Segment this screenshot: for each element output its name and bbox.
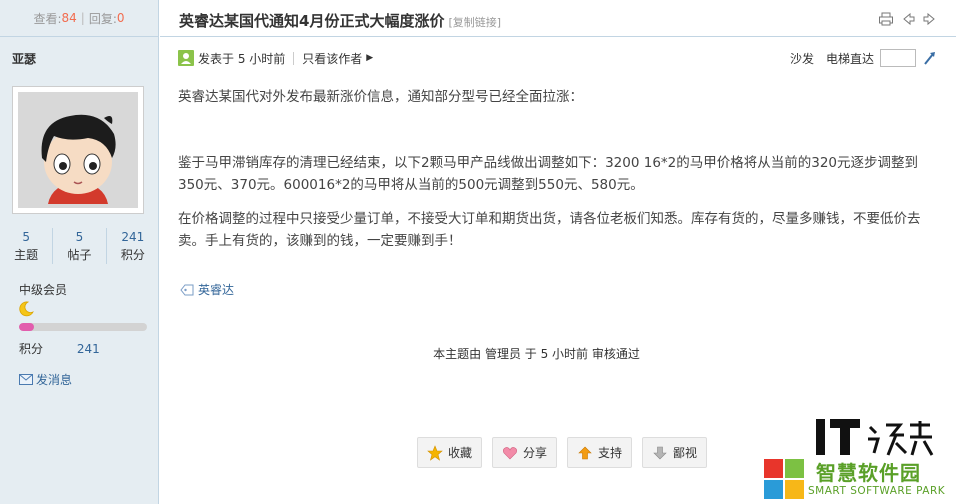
avatar[interactable]: [12, 86, 144, 214]
floor-jump-input[interactable]: [880, 49, 916, 67]
post-meta: 发表于 5 小时前 只看该作者 ▶ 沙发 电梯直达: [178, 48, 938, 68]
author-stats: 5 主题 5 帖子 241 积分: [0, 228, 159, 264]
previous-thread-icon[interactable]: [900, 11, 916, 27]
post-paragraph: 英睿达某国代对外发布最新涨价信息，通知部分型号已经全面拉涨：: [178, 89, 583, 105]
envelope-icon: [19, 374, 33, 385]
member-level[interactable]: 中级会员: [19, 281, 67, 298]
level-progress-bar: [19, 323, 147, 331]
smart-software-park-watermark: 智慧软件园 SMART SOFTWARE PARK: [762, 455, 956, 504]
views-count: 84: [61, 11, 77, 25]
post-content: 英睿达某国代对外发布最新涨价信息，通知部分型号已经全面拉涨： 鉴于马甲滞销库存的…: [178, 86, 938, 252]
moon-icon: [19, 301, 34, 317]
replies-count: 0: [116, 11, 125, 25]
favorite-button[interactable]: 收藏: [417, 437, 483, 468]
caret-right-icon: ▶: [366, 53, 374, 63]
floor-label: 沙发: [789, 51, 814, 66]
watermark-cn: 智慧软件园: [816, 461, 921, 485]
oppose-button[interactable]: 鄙视: [642, 437, 708, 468]
thread-stats: 查看: 84 | 回复: 0: [0, 0, 158, 37]
stat-posts-label: 帖子: [67, 248, 92, 262]
audit-notice: 本主题由 管理员 于 5 小时前 审核通过: [433, 347, 640, 361]
post-paragraph: 鉴于马甲滞销库存的清理已经结束，以下2颗马甲产品线做出调整如下：3200 16*…: [178, 155, 919, 193]
stats-separator: |: [80, 11, 85, 25]
stat-credits[interactable]: 241 积分: [105, 228, 159, 264]
star-icon: [427, 444, 443, 461]
next-thread-icon[interactable]: [922, 11, 938, 27]
only-author-link[interactable]: 只看该作者: [302, 50, 362, 67]
heart-icon: [503, 446, 517, 459]
stat-posts[interactable]: 5 帖子: [52, 228, 105, 264]
replies-label: 回复:: [88, 11, 117, 26]
avatar-image: [18, 92, 138, 208]
stat-topics[interactable]: 5 主题: [0, 228, 52, 264]
ithome-logo: [812, 417, 942, 459]
support-label: 支持: [598, 446, 623, 460]
send-message-link[interactable]: 发消息: [19, 371, 72, 388]
stat-credits-value: 241: [121, 230, 145, 244]
copy-link-button[interactable]: [复制链接]: [448, 16, 501, 29]
favorite-label: 收藏: [448, 446, 473, 460]
page-title: 英睿达某国代通知4月份正式大幅度涨价 [复制链接]: [179, 10, 501, 31]
floor-controls: 沙发 电梯直达: [790, 48, 938, 68]
stat-posts-value: 5: [75, 230, 84, 244]
views-label: 查看:: [33, 11, 62, 26]
online-status-icon: [178, 50, 194, 66]
thumbs-down-icon: [653, 446, 667, 459]
jump-arrow-icon[interactable]: [922, 50, 938, 66]
meta-divider: [293, 51, 295, 65]
tag-icon: [180, 284, 194, 295]
title-toolbar: [878, 11, 938, 27]
oppose-label: 鄙视: [673, 446, 698, 460]
share-button[interactable]: 分享: [492, 437, 558, 468]
post-paragraph: 在价格调整的过程中只接受少量订单，不接受大订单和期货出货，请各位老板们知悉。库存…: [178, 211, 921, 249]
tag-label: 英睿达: [198, 283, 235, 297]
stat-topics-label: 主题: [14, 248, 39, 262]
post-time: 发表于 5 小时前: [198, 51, 286, 66]
jump-label: 电梯直达: [825, 51, 874, 66]
post-actions: 收藏 分享 支持 鄙视: [417, 437, 708, 468]
watermark-en: SMART SOFTWARE PARK: [808, 485, 946, 497]
author-sidebar: 查看: 84 | 回复: 0 亚瑟 5 主题 5 帖子 241 积分 中级会员 …: [0, 0, 159, 504]
thumbs-up-icon: [578, 446, 592, 459]
share-label: 分享: [523, 446, 548, 460]
print-icon[interactable]: [878, 11, 894, 27]
support-button[interactable]: 支持: [567, 437, 633, 468]
thread-header: 英睿达某国代通知4月份正式大幅度涨价 [复制链接]: [160, 0, 956, 37]
stat-topics-value: 5: [22, 230, 30, 244]
stat-credits-label: 积分: [120, 248, 145, 262]
author-name[interactable]: 亚瑟: [12, 50, 36, 67]
thread-title-text: 英睿达某国代通知4月份正式大幅度涨价: [179, 12, 445, 30]
windows-logo-icon: [764, 459, 804, 499]
level-progress-fill: [19, 323, 35, 331]
send-message-label: 发消息: [36, 373, 73, 387]
thread-tag[interactable]: 英睿达: [180, 281, 234, 298]
